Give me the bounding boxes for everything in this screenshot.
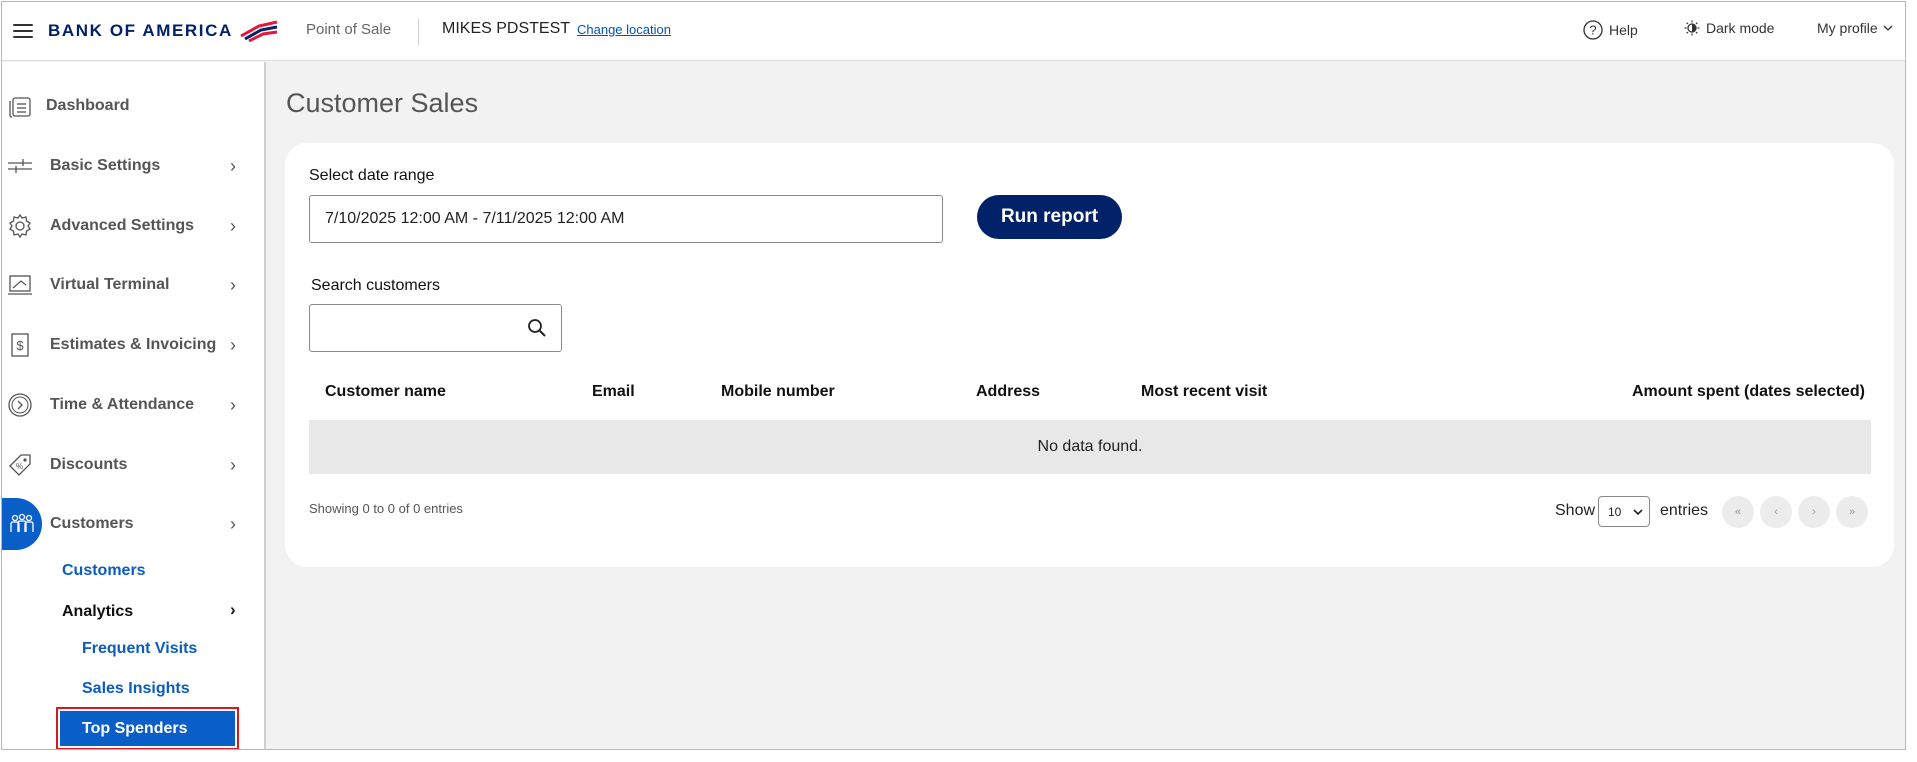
sidebar-item-discounts[interactable]: % Discounts ›	[2, 443, 262, 487]
sliders-icon	[6, 152, 34, 180]
column-header-email[interactable]: Email	[592, 383, 635, 401]
sub-item-customers[interactable]: Customers	[62, 562, 146, 580]
sidebar-item-virtual-terminal[interactable]: Virtual Terminal ›	[2, 263, 262, 307]
date-range-input[interactable]: 7/10/2025 12:00 AM - 7/11/2025 12:00 AM	[309, 195, 943, 243]
chevron-down-icon	[1633, 509, 1643, 516]
invoice-icon: $	[6, 331, 34, 359]
sidebar-item-label: Estimates & Invoicing	[50, 336, 217, 353]
help-button[interactable]: ? Help	[1583, 20, 1638, 40]
sub-item-top-spenders[interactable]: Top Spenders	[60, 711, 235, 746]
sub-item-sales-insights[interactable]: Sales Insights	[82, 680, 190, 698]
tag-icon: %	[6, 451, 34, 479]
entries-label: entries	[1660, 502, 1709, 519]
sidebar-item-advanced-settings[interactable]: Advanced Settings ›	[2, 204, 262, 248]
run-report-button[interactable]: Run report	[977, 195, 1122, 239]
help-icon: ?	[1583, 20, 1603, 40]
terminal-icon	[6, 271, 34, 299]
sun-icon	[1684, 20, 1700, 36]
clock-icon	[6, 391, 34, 419]
change-location-link[interactable]: Change location	[577, 22, 671, 37]
svg-text:%: %	[16, 462, 23, 471]
chevron-down-icon	[1883, 25, 1893, 31]
sidebar-item-time-attendance[interactable]: Time & Attendance ›	[2, 383, 262, 427]
sidebar-item-basic-settings[interactable]: Basic Settings ›	[2, 144, 262, 188]
chevron-right-icon: ›	[230, 394, 236, 415]
app-name: Point of Sale	[306, 21, 392, 38]
page-size-value: 10	[1608, 504, 1622, 519]
chevron-right-icon: ›	[230, 600, 236, 619]
header-divider	[418, 19, 419, 45]
column-header-customer-name[interactable]: Customer name	[325, 383, 446, 401]
empty-table-row: No data found.	[309, 420, 1871, 474]
flag-icon	[240, 20, 278, 42]
chevron-right-icon: ›	[230, 215, 236, 236]
dashboard-icon	[6, 92, 34, 120]
next-page-button[interactable]: ›	[1798, 496, 1830, 528]
sidebar-item-label: Time & Attendance	[50, 396, 195, 413]
show-label: Show	[1555, 502, 1596, 519]
search-input[interactable]	[310, 305, 520, 349]
menu-icon[interactable]	[13, 24, 33, 38]
chevron-right-icon: ›	[230, 274, 236, 295]
entries-summary: Showing 0 to 0 of 0 entries	[309, 501, 463, 516]
gear-icon	[6, 212, 34, 240]
sidebar-item-label: Virtual Terminal	[50, 276, 170, 293]
svg-text:?: ?	[1589, 23, 1596, 38]
svg-text:$: $	[16, 338, 24, 353]
profile-menu[interactable]: My profile	[1817, 20, 1893, 36]
sub-item-analytics[interactable]: Analytics	[62, 603, 133, 621]
search-customers-label: Search customers	[311, 277, 440, 294]
dark-mode-label: Dark mode	[1706, 20, 1775, 36]
search-icon[interactable]	[527, 318, 547, 338]
sidebar-item-estimates-invoicing[interactable]: $ Estimates & Invoicing ›	[2, 323, 262, 367]
sidebar-item-customers[interactable]: Customers ›	[2, 498, 262, 550]
search-customers-field[interactable]	[309, 304, 562, 352]
sidebar: Dashboard Basic Settings › Advanced Sett…	[2, 62, 266, 749]
dark-mode-toggle[interactable]: Dark mode	[1684, 20, 1774, 36]
page-title: Customer Sales	[286, 88, 479, 118]
first-page-button[interactable]: «	[1722, 496, 1754, 528]
column-header-amount-spent[interactable]: Amount spent (dates selected)	[1632, 383, 1865, 401]
sub-item-frequent-visits[interactable]: Frequent Visits	[82, 640, 197, 658]
chevron-right-icon: ›	[230, 155, 236, 176]
bank-logo[interactable]: BANK OF AMERICA	[48, 20, 279, 42]
help-label: Help	[1609, 22, 1638, 38]
chevron-right-icon: ›	[230, 513, 236, 534]
column-header-mobile-number[interactable]: Mobile number	[721, 383, 835, 401]
chevron-right-icon: ›	[230, 454, 236, 475]
date-range-label: Select date range	[309, 167, 435, 184]
report-card: Select date range 7/10/2025 12:00 AM - 7…	[285, 143, 1894, 567]
sidebar-item-label: Basic Settings	[50, 157, 161, 174]
profile-label: My profile	[1817, 20, 1878, 36]
app-window: BANK OF AMERICA Point of Sale MIKES PDST…	[1, 1, 1906, 750]
logo-text: BANK OF AMERICA	[48, 21, 233, 40]
top-spenders-highlight: Top Spenders	[56, 707, 239, 749]
column-header-most-recent-visit[interactable]: Most recent visit	[1141, 383, 1267, 401]
page-size-select[interactable]: 10	[1598, 496, 1650, 527]
chevron-right-icon: ›	[230, 334, 236, 355]
column-header-address[interactable]: Address	[976, 383, 1040, 401]
people-icon	[2, 498, 42, 550]
sidebar-item-label: Advanced Settings	[50, 217, 195, 234]
sidebar-item-label: Discounts	[50, 456, 128, 473]
location-name: MIKES PDSTEST	[442, 20, 571, 37]
sidebar-item-dashboard[interactable]: Dashboard	[2, 84, 262, 128]
sidebar-item-label: Customers	[50, 515, 134, 532]
previous-page-button[interactable]: ‹	[1760, 496, 1792, 528]
sidebar-item-label: Dashboard	[46, 97, 130, 114]
last-page-button[interactable]: »	[1836, 496, 1868, 528]
top-header: BANK OF AMERICA Point of Sale MIKES PDST…	[2, 2, 1905, 61]
